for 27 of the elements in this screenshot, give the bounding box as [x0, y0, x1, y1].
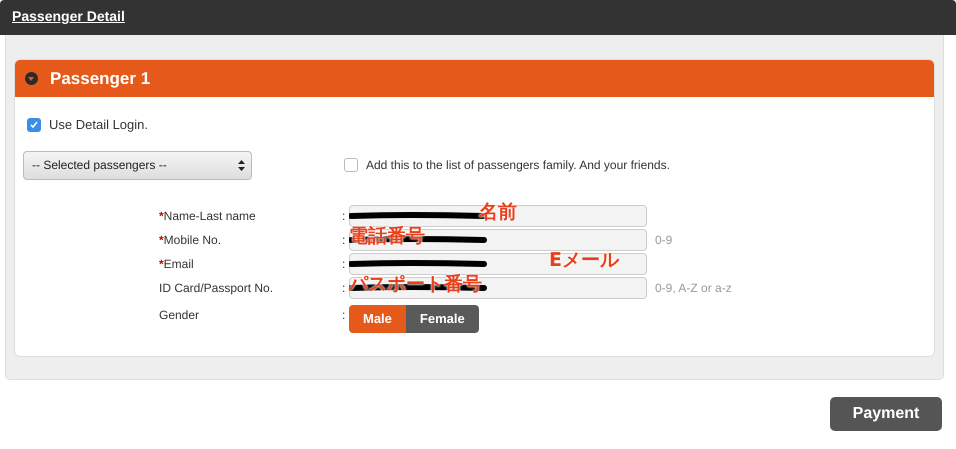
colon-text: :: [342, 208, 346, 224]
colon-text: :: [342, 306, 346, 324]
add-to-list-checkbox[interactable]: [344, 158, 358, 172]
updown-arrows-icon: [238, 160, 245, 170]
passenger-select[interactable]: -- Selected passengers --: [23, 150, 252, 180]
field-label: ID Card/Passport No.: [158, 280, 274, 296]
field-label: Gender: [158, 306, 200, 324]
use-detail-login-label: Use Detail Login.: [49, 116, 148, 134]
annotation-text: 名前: [479, 200, 517, 224]
gender-option[interactable]: Female: [406, 304, 479, 332]
field-label: *Mobile No.: [158, 232, 222, 248]
payment-button[interactable]: Payment: [830, 396, 942, 430]
colon-text: :: [342, 280, 346, 296]
field-label: *Email: [158, 256, 195, 272]
checkmark-icon: [29, 120, 39, 130]
field-label: *Name-Last name: [158, 208, 257, 224]
gender-option[interactable]: Male: [349, 304, 406, 332]
format-hint: 0-9, A-Z or a-z: [655, 280, 732, 296]
header-title[interactable]: Passenger Detail: [12, 8, 125, 24]
colon-text: :: [342, 256, 346, 272]
use-detail-login-checkbox[interactable]: [27, 118, 41, 132]
format-hint: 0-9: [655, 232, 672, 248]
annotation-text: Eメール: [549, 248, 619, 272]
colon-text: :: [342, 232, 346, 248]
collapse-toggle-icon[interactable]: [25, 72, 38, 85]
passenger-title: Passenger 1: [50, 68, 150, 90]
add-to-list-label: Add this to the list of passengers family. And your friends.: [366, 157, 670, 174]
